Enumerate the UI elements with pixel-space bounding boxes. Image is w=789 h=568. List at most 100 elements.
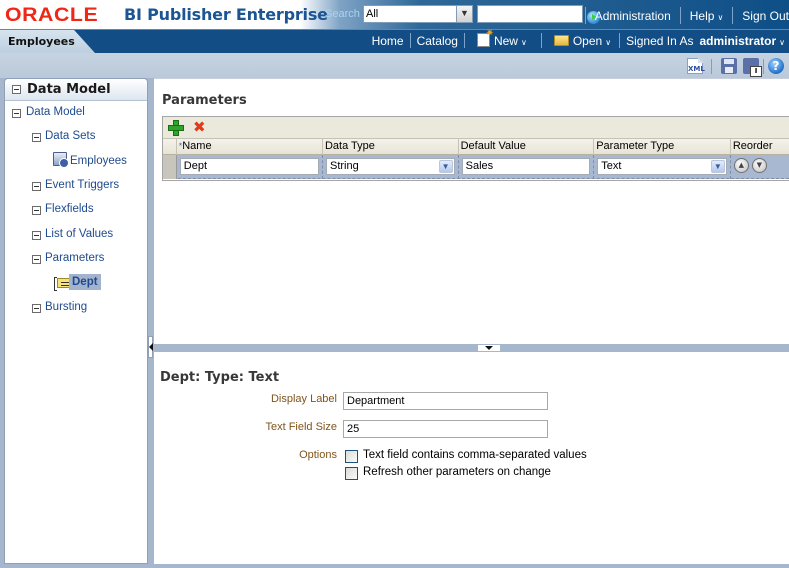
search-label: Search [325,8,360,20]
chevron-down-icon[interactable]: ▼ [456,6,472,22]
data-model-panel: Data Model Data Model Data Sets Employee… [4,78,148,564]
save-icon[interactable] [721,58,737,74]
search-scope-value: All [366,8,379,20]
properties-title: Dept: Type: Text [160,370,280,385]
parameter-type-cell: Text ▼ [594,155,731,179]
refresh-parameters-checkbox[interactable] [345,467,358,480]
collapse-icon[interactable] [32,304,41,313]
user-menu[interactable]: administrator ∨ [693,34,785,48]
divider [732,7,734,24]
column-header-data-type: Data Type [323,139,459,155]
parameters-table: ✖ *Name Data Type Default Value Paramete… [162,116,789,181]
help-icon[interactable]: ? [768,58,784,74]
parameter-type-value: Text [601,160,622,172]
nav-links: Home Catalog New∨ Open∨ Signed In As adm… [372,28,785,48]
chevron-down-icon: ∨ [520,38,527,47]
catalog-link[interactable]: Catalog [417,34,458,48]
chevron-down-icon: ∨ [779,37,785,47]
chevron-down-icon[interactable]: ▼ [438,160,453,173]
brand-bar: ORACLE BI Publisher Enterprise Search Al… [0,0,789,30]
tree-item-event-triggers[interactable]: Event Triggers [45,179,119,191]
tree-item-parameters[interactable]: Parameters [45,252,104,264]
row-header-cell [163,139,177,155]
default-value-cell: Sales [459,155,595,179]
move-down-icon[interactable]: ▼ [751,158,767,173]
tree-item-data-sets[interactable]: Data Sets [45,130,96,142]
delete-icon[interactable]: ✖ [193,118,206,136]
column-header-parameter-type: Parameter Type [594,139,731,155]
oracle-logo: ORACLE [5,5,99,26]
panel-header: Data Model [5,79,147,101]
tree-item-bursting[interactable]: Bursting [45,301,87,313]
row-header[interactable] [163,155,177,179]
save-as-icon[interactable] [743,58,762,77]
open-menu[interactable]: Open ∨ [553,33,612,48]
column-header-default-value: Default Value [459,139,595,155]
reorder-cell: ▲ ▼ [731,155,789,179]
refresh-parameters-label[interactable]: Refresh other parameters on change [363,466,551,478]
collapse-icon[interactable] [32,255,41,264]
data-type-select[interactable]: String ▼ [326,158,455,175]
divider [619,33,621,48]
divider [584,7,586,24]
comma-separated-label[interactable]: Text field contains comma-separated valu… [363,449,587,461]
options-label: Options [299,449,337,461]
display-label-label: Display Label [270,393,337,405]
add-icon[interactable] [168,120,184,136]
column-header-name: *Name [177,139,323,155]
collapse-down-handle[interactable] [478,345,500,351]
search-input[interactable] [477,5,583,23]
collapse-icon[interactable] [32,231,41,240]
column-header-reorder: Reorder [732,140,773,152]
parameter-type-select[interactable]: Text ▼ [597,158,727,175]
document-tab-label: Employees [8,35,75,48]
open-label: Open [572,33,603,48]
move-up-icon[interactable]: ▲ [733,158,749,173]
collapse-icon[interactable] [12,85,21,94]
parameters-panel: Parameters ✖ *Name Data Type Default Val… [154,78,789,344]
divider [711,59,712,74]
text-field-size-input[interactable]: 25 [343,420,548,438]
name-input[interactable]: Dept [179,158,319,175]
divider [540,33,542,48]
sign-out-link[interactable]: Sign Out [742,9,789,23]
global-links: Administration Help ∨ Sign Out [576,7,789,24]
nav-bar: Employees Home Catalog New∨ Open∨ Signed… [0,28,789,53]
help-label: Help [689,8,715,23]
tree-item-employees[interactable]: Employees [70,155,127,167]
default-value-input[interactable]: Sales [461,158,591,175]
text-field-size-label: Text Field Size [265,421,337,433]
help-menu[interactable]: Help ∨ [690,9,724,23]
divider [463,33,465,48]
table-header: *Name Data Type Default Value Parameter … [163,139,789,155]
display-label-input[interactable]: Department [343,392,548,410]
data-set-icon [53,152,69,168]
divider [763,59,764,74]
xml-icon[interactable]: XML [687,58,705,74]
data-type-value: String [330,160,359,172]
search-scope-select[interactable]: All ▼ [363,5,473,23]
tree-item-dept[interactable]: Dept [69,274,101,290]
table-toolbar: ✖ [163,117,789,139]
chevron-down-icon[interactable]: ▼ [710,160,725,173]
collapse-icon[interactable] [32,133,41,142]
horizontal-splitter[interactable] [154,344,789,352]
comma-separated-checkbox[interactable] [345,450,358,463]
collapse-left-handle[interactable] [148,336,153,358]
tree-item-list-of-values[interactable]: List of Values [45,228,113,240]
parameter-properties-panel: Dept: Type: Text Display Label Departmen… [154,352,789,564]
panel-title: Data Model [27,82,111,97]
collapse-icon[interactable] [32,182,41,191]
new-menu[interactable]: New∨ [476,28,527,48]
chevron-down-icon: ∨ [605,37,612,47]
collapse-icon[interactable] [32,206,41,215]
home-link[interactable]: Home [372,34,404,48]
signed-in-as-label: Signed In As [626,33,694,48]
tree-item-flexfields[interactable]: Flexfields [45,203,94,215]
table-row[interactable]: Dept String ▼ Sales Text ▼ ▲ ▼ [163,155,789,179]
document-tab-employees[interactable]: Employees [0,30,95,53]
tree-item-data-model[interactable]: Data Model [26,106,85,118]
administration-link[interactable]: Administration [595,9,671,23]
collapse-icon[interactable] [12,109,21,118]
chevron-down-icon: ∨ [717,12,724,22]
